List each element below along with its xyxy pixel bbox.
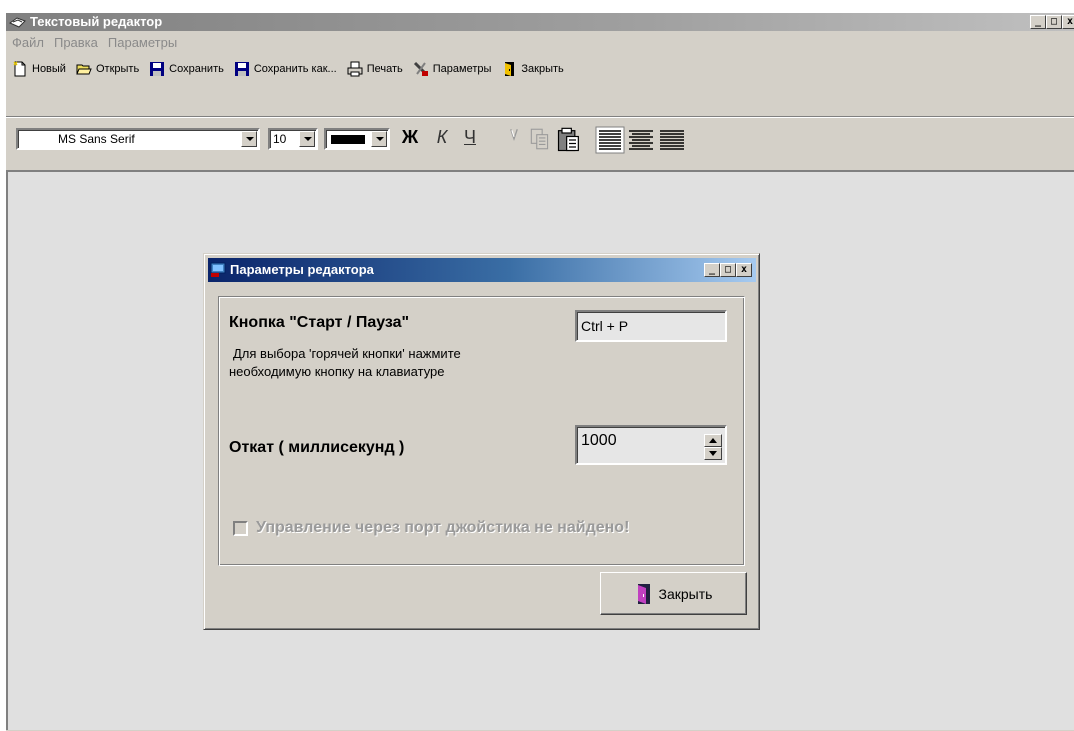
toolbar-settings-button[interactable]: Параметры (413, 57, 502, 81)
toolbar: Новый Открыть Сохранить Сохранить как...… (12, 56, 574, 82)
settings-app-icon (210, 262, 226, 277)
open-folder-icon (76, 64, 92, 75)
hotkey-hint: Для выбора 'горячей кнопки' нажмите необ… (229, 345, 569, 381)
title-bar[interactable]: Текстовый редактор _ □ x (6, 13, 1074, 31)
chevron-down-icon[interactable] (241, 131, 257, 147)
chevron-down-icon[interactable] (299, 131, 315, 147)
app-icon (9, 17, 26, 28)
toolbar-open-label: Открыть (95, 63, 140, 75)
align-justify-icon[interactable] (657, 126, 687, 154)
joystick-label: Управление через порт джойстика не найде… (256, 519, 630, 536)
settings-dialog: Параметры редактора _ □ x Кнопка "Старт … (203, 253, 760, 630)
align-left-icon[interactable] (595, 126, 625, 154)
hotkey-field[interactable]: Ctrl + P (575, 310, 727, 342)
rollback-spinbox[interactable]: 1000 (575, 425, 727, 465)
rollback-title: Откат ( миллисекунд ) (229, 439, 405, 456)
minimize-button[interactable]: _ (1030, 15, 1046, 29)
dialog-close-action-button[interactable]: Закрыть (600, 572, 747, 615)
underline-button[interactable]: Ч (458, 126, 482, 150)
toolbar-print-button[interactable]: Печать (347, 57, 413, 81)
exit-door-icon (505, 62, 515, 76)
toolbar-open-button[interactable]: Открыть (76, 57, 149, 81)
toolbar-print-label: Печать (366, 63, 403, 75)
toolbar-new-button[interactable]: Новый (12, 57, 76, 81)
font-size-select[interactable]: 10 (268, 128, 318, 150)
toolbar-save-as-label: Сохранить как... (253, 63, 337, 75)
hotkey-hint-line1: Для выбора 'горячей кнопки' нажмите (233, 346, 461, 361)
dialog-title-bar[interactable]: Параметры редактора _ □ x (208, 258, 756, 282)
toolbar-close-label: Закрыть (521, 63, 564, 75)
toolbar-save-button[interactable]: Сохранить (149, 57, 234, 81)
floppy-icon (234, 62, 249, 76)
font-value: MS Sans Serif (58, 132, 135, 146)
spin-down-icon[interactable] (704, 447, 722, 460)
dialog-title: Параметры редактора (230, 262, 374, 277)
close-button[interactable]: x (1062, 15, 1074, 29)
chevron-down-icon[interactable] (371, 131, 387, 147)
cut-icon[interactable] (501, 126, 527, 152)
text-color-select[interactable] (324, 128, 390, 150)
font-size-value: 10 (273, 132, 287, 146)
hotkey-hint-line2: необходимую кнопку на клавиатуре (229, 364, 445, 379)
dialog-panel: Кнопка "Старт / Пауза" Для выбора 'горяч… (218, 296, 745, 566)
joystick-checkbox[interactable] (233, 520, 248, 536)
menu-bar: Файл Правка Параметры (6, 34, 187, 52)
menu-parameters[interactable]: Параметры (108, 34, 183, 52)
font-select[interactable]: MS Sans Serif (16, 128, 260, 150)
color-swatch (331, 135, 365, 144)
toolbar-save-as-button[interactable]: Сохранить как... (234, 57, 347, 81)
window-controls: _ □ x (1030, 15, 1074, 29)
floppy-icon (150, 62, 165, 76)
new-file-icon (13, 61, 26, 77)
toolbar-divider (6, 116, 1074, 118)
spin-up-icon[interactable] (704, 434, 722, 447)
hotkey-title: Кнопка "Старт / Пауза" (229, 314, 410, 331)
bold-button[interactable]: Ж (398, 126, 422, 150)
toolbar-settings-label: Параметры (432, 63, 492, 75)
italic-button[interactable]: К (430, 126, 454, 150)
toolbar-new-label: Новый (32, 63, 66, 75)
align-center-icon[interactable] (626, 126, 656, 154)
format-bar: MS Sans Serif 10 Ж К Ч (6, 122, 1074, 154)
toolbar-save-label: Сохранить (169, 63, 224, 75)
copy-icon[interactable] (527, 126, 553, 152)
toolbar-close-button[interactable]: Закрыть (501, 57, 573, 81)
settings-icon (413, 61, 428, 76)
rollback-value: 1000 (581, 432, 617, 449)
window-title: Текстовый редактор (30, 14, 163, 29)
spin-buttons (704, 434, 722, 460)
dialog-close-button[interactable]: x (736, 263, 752, 277)
menu-edit[interactable]: Правка (54, 34, 104, 52)
exit-door-icon (637, 583, 650, 604)
menu-file[interactable]: Файл (12, 34, 50, 52)
close-button-label: Закрыть (658, 585, 713, 602)
printer-icon (347, 61, 363, 77)
dialog-minimize-button[interactable]: _ (704, 263, 720, 277)
maximize-button[interactable]: □ (1046, 15, 1062, 29)
dialog-window-controls: _ □ x (704, 263, 752, 277)
dialog-maximize-button[interactable]: □ (720, 263, 736, 277)
paste-icon[interactable] (555, 126, 583, 154)
joystick-option: Управление через порт джойстика не найде… (233, 519, 629, 537)
